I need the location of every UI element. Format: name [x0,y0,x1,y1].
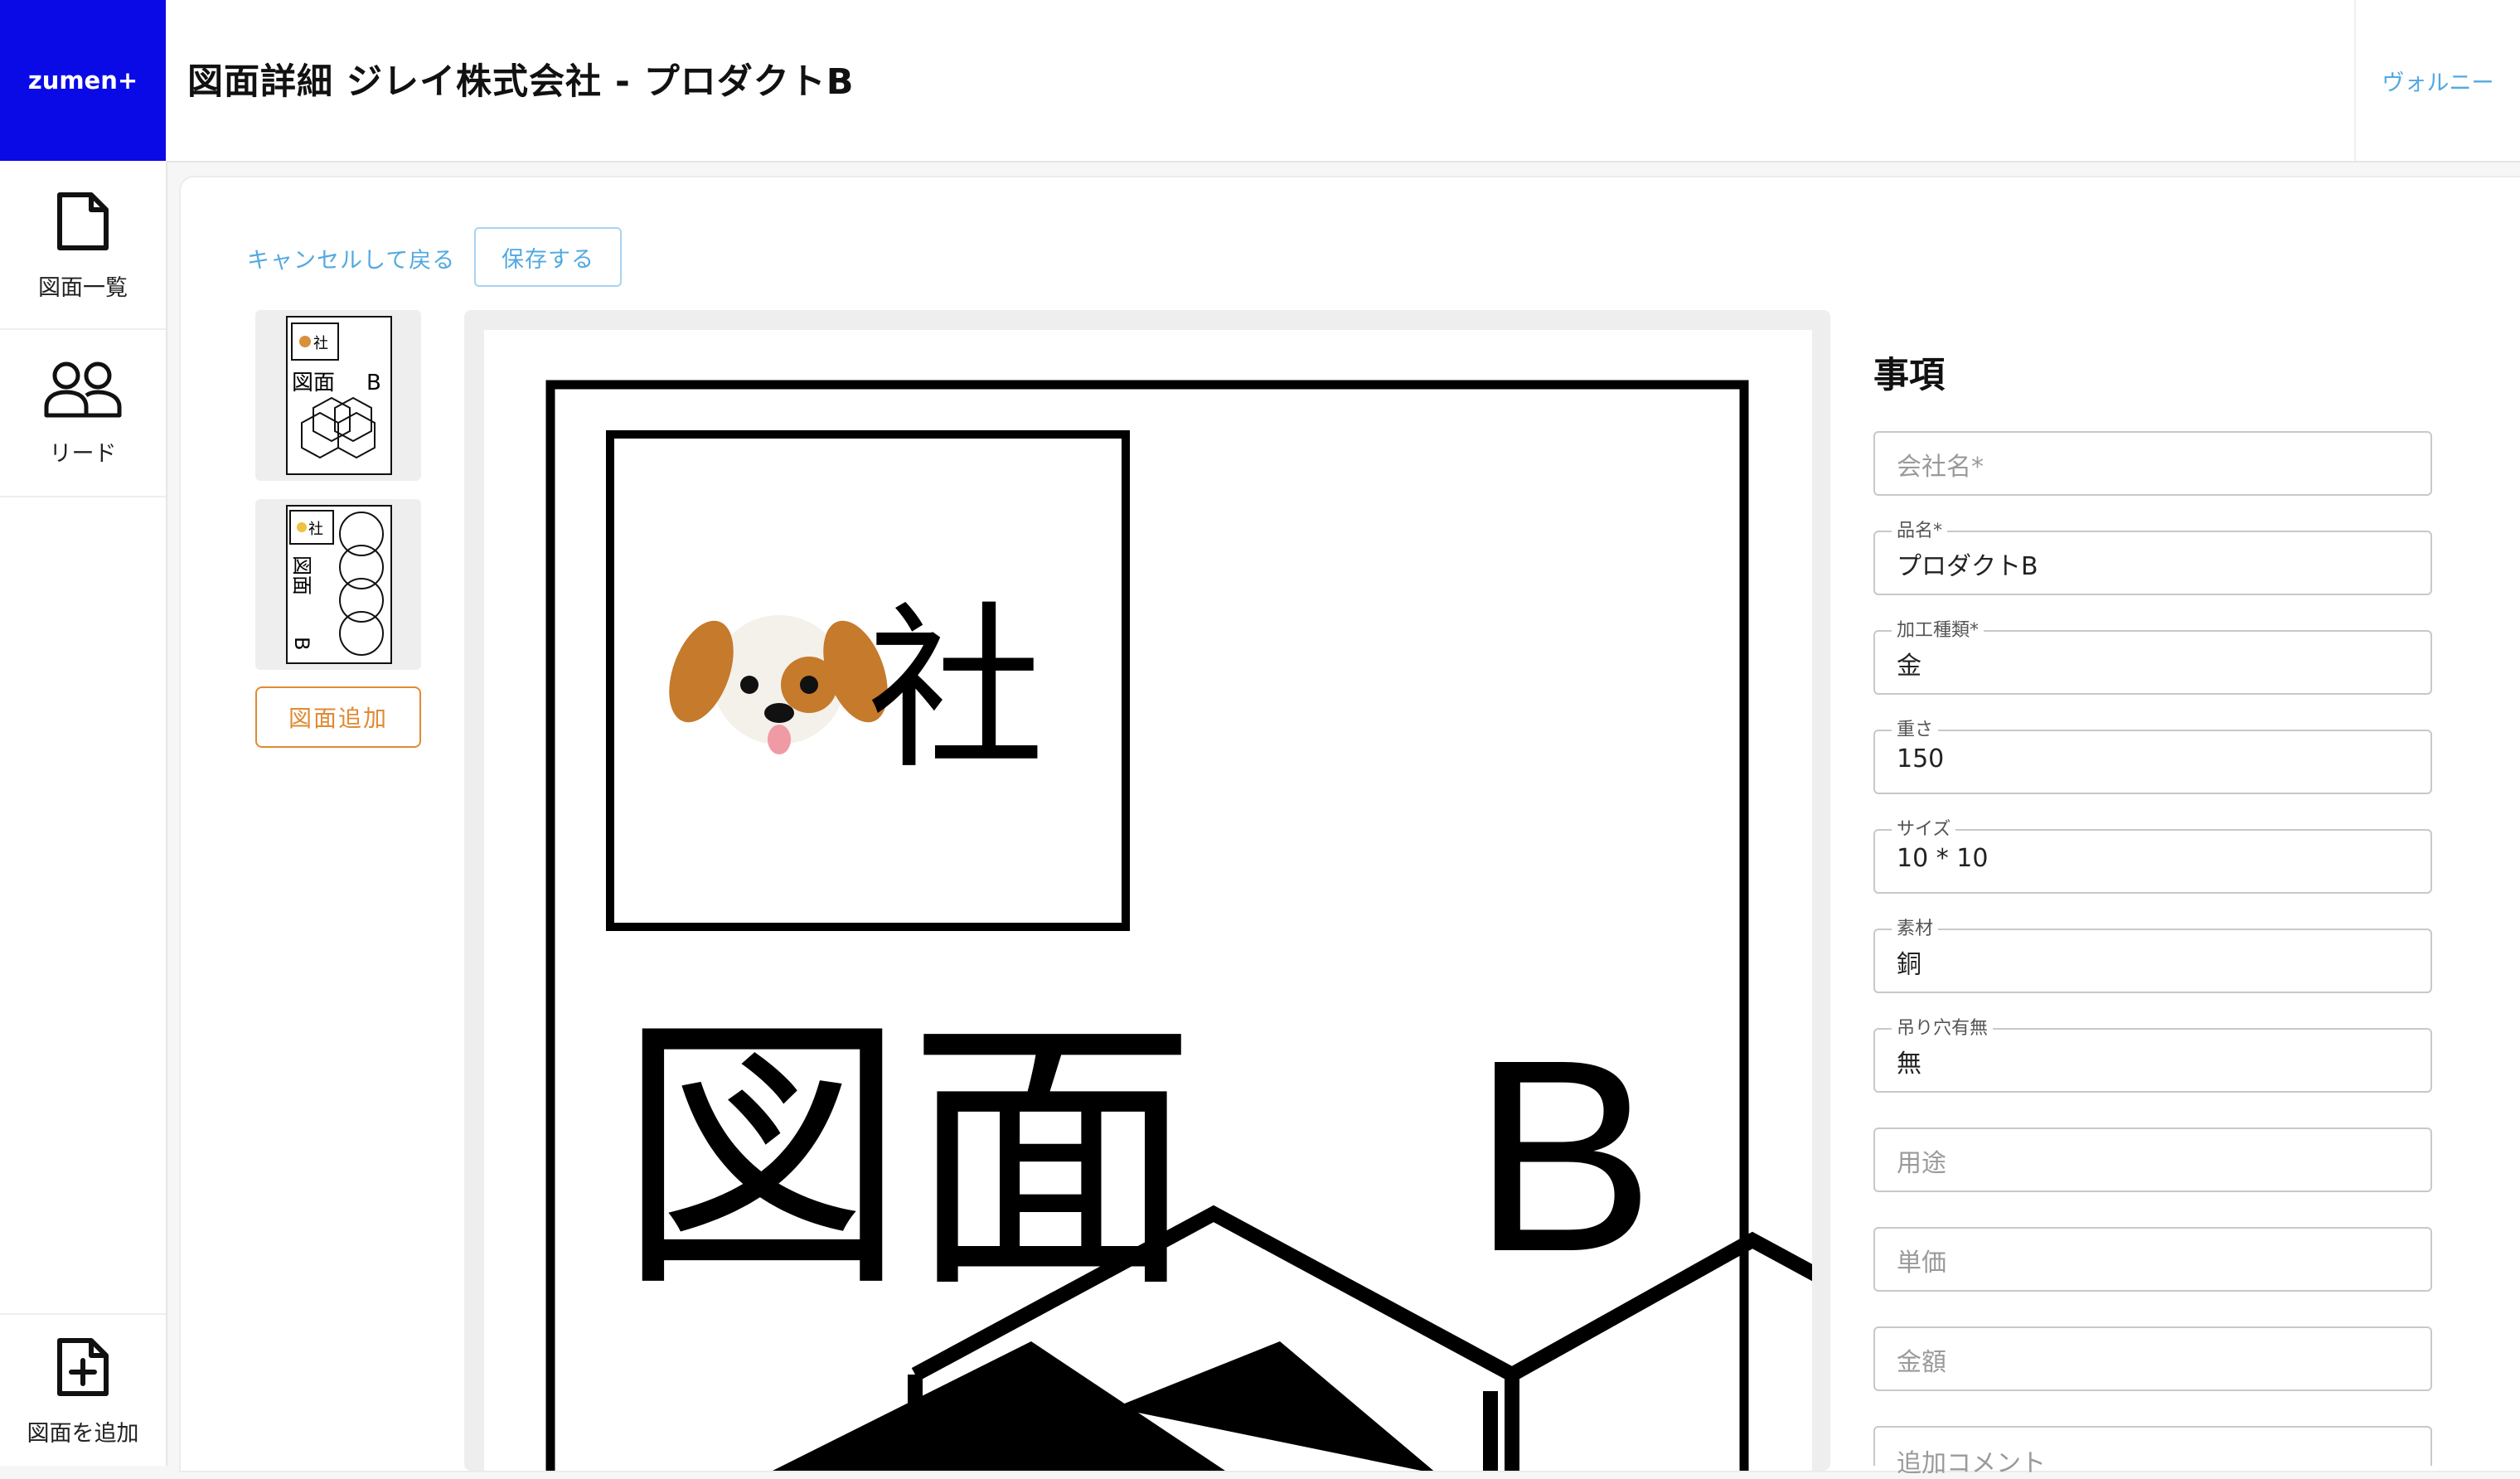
logo-text: zumen+ [27,66,138,95]
field-placeholder: 単価 [1897,1249,1946,1278]
sidebar: zumen+ 図面一覧 リード 図面を追加 [0,0,167,1466]
document-icon [55,190,111,256]
weight-field[interactable]: 重さ 150 [1873,720,2432,794]
field-placeholder: 金額 [1897,1348,1946,1377]
unit-price-field[interactable]: 単価 [1873,1227,2432,1292]
field-label: 素材 [1892,919,1939,940]
page-title: 図面詳細 ジレイ株式会社 - プロダクトB [187,61,855,103]
sidebar-item-drawings[interactable]: 図面一覧 [0,162,166,330]
drawing-company-text: 社 [867,587,1044,793]
app-logo[interactable]: zumen+ [0,0,166,161]
user-name: ヴォルニー [2382,70,2494,96]
cancel-link[interactable]: キャンセルして戻る [247,242,455,274]
details-title: 事項 [1873,355,1945,396]
material-field[interactable]: 素材 銅 [1873,919,2432,993]
sidebar-item-leads[interactable]: リード [0,330,166,497]
drawing-thumbnail[interactable]: 社 図面 B [255,310,421,481]
add-drawing-button[interactable]: 図面追加 [255,686,421,748]
sidebar-item-add-drawing[interactable]: 図面を追加 [0,1313,166,1467]
field-placeholder: 用途 [1897,1149,1946,1178]
lifting-hole-field[interactable]: 吊り穴有無 無 [1873,1018,2432,1093]
users-icon [43,359,123,422]
usage-field[interactable]: 用途 [1873,1127,2432,1192]
drawing-preview: 社 図面 B [464,310,1830,1471]
thumbnail-text: 社 [313,335,328,352]
field-placeholder: 会社名* [1897,453,1984,482]
field-value: 10 * 10 [1897,844,1989,873]
drawing-image: 社 図面 B [545,380,1812,1471]
product-name-field[interactable]: 品名* プロダクトB [1873,521,2432,595]
size-field[interactable]: サイズ 10 * 10 [1873,819,2432,894]
thumbnail-text: B [366,371,381,395]
sidebar-item-label: 図面一覧 [38,274,128,301]
additional-comment-field[interactable]: 追加コメント [1873,1426,2432,1478]
field-value: 銅 [1897,950,1922,979]
field-value: プロダクトB [1897,552,2038,581]
thumbnail-drawing-image: 社 図面 B [286,316,392,475]
company-name-field[interactable]: 会社名* [1873,431,2432,496]
header: 図面詳細 ジレイ株式会社 - プロダクトB ヴォルニー [166,0,2520,162]
drawing-canvas: 社 図面 B [484,330,1812,1471]
thumbnail-text: B [290,637,313,650]
add-document-icon [55,1336,111,1402]
amount-field[interactable]: 金額 [1873,1326,2432,1391]
field-value: 150 [1897,744,1945,773]
field-label: サイズ [1892,819,1956,841]
thumbnail-text: 社 [308,521,323,538]
process-type-field[interactable]: 加工種類* 金 [1873,620,2432,695]
dog-face-icon [669,615,888,754]
sidebar-item-label: リード [49,440,117,467]
sidebar-item-label: 図面を追加 [27,1420,139,1447]
drawing-thumbnail[interactable]: 社 図面 B [255,499,421,670]
field-label: 加工種類* [1892,620,1984,642]
drawing-letter-text: B [1472,1002,1655,1308]
field-label: 重さ [1892,720,1939,741]
field-value: 無 [1897,1050,1922,1079]
user-menu[interactable]: ヴォルニー [2354,0,2520,161]
thumbnail-drawing-image: 社 図面 B [286,505,392,664]
thumbnail-text: 図面 [290,555,313,595]
thumbnail-text: 図面 [292,371,335,395]
field-placeholder: 追加コメント [1897,1449,2046,1478]
field-label: 吊り穴有無 [1892,1018,1994,1040]
field-label: 品名* [1892,521,1948,542]
save-button[interactable]: 保存する [474,227,622,287]
field-value: 金 [1897,652,1922,681]
